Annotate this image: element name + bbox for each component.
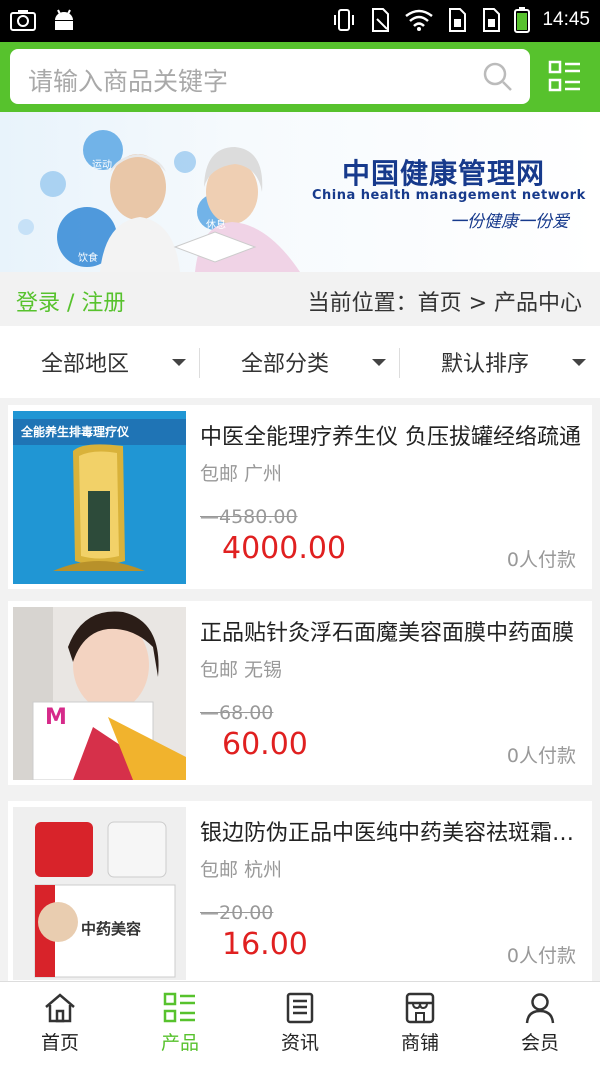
breadcrumb: 当前位置：首页 > 产品中心 bbox=[307, 291, 582, 316]
product-title[interactable]: 正品贴针灸浮石面魔美容面膜中药面膜 bbox=[200, 615, 585, 647]
store-icon bbox=[405, 992, 435, 1024]
product-sold-count: 0人付款 bbox=[506, 549, 576, 571]
search-input[interactable]: 请输入商品关键字 bbox=[10, 49, 530, 104]
sim-signal-icon-2 bbox=[483, 8, 501, 32]
product-image: M bbox=[13, 607, 186, 780]
caret-down-icon bbox=[172, 359, 186, 366]
product-image-caption: M bbox=[45, 705, 67, 730]
wifi-icon bbox=[405, 9, 434, 31]
product-image-caption: 全能养生排毒理疗仪 bbox=[21, 425, 130, 439]
no-sim-icon bbox=[372, 8, 390, 32]
breadcrumb-bar: 登录 / 注册 当前位置：首页 > 产品中心 bbox=[0, 272, 600, 326]
banner-slogan: 一份健康一份爱 bbox=[450, 212, 569, 232]
filter-label: 默认排序 bbox=[440, 352, 529, 377]
product-shipping: 包邮 杭州 bbox=[200, 859, 283, 881]
product-image: 中药美容 bbox=[13, 807, 186, 980]
product-original-price: —4580.00 bbox=[200, 506, 298, 528]
product-card[interactable]: M 正品贴针灸浮石面魔美容面膜中药面膜 包邮 无锡 —68.00 60.00 0… bbox=[8, 601, 592, 785]
tab-label: 会员 bbox=[520, 1032, 559, 1054]
person-icon bbox=[525, 993, 555, 1024]
tab-home[interactable]: 首页 bbox=[0, 982, 120, 1067]
vibrate-icon bbox=[334, 9, 355, 31]
product-price: 4000.00 bbox=[222, 531, 347, 566]
caret-down-icon bbox=[372, 359, 386, 366]
login-register-link[interactable]: 登录 / 注册 bbox=[16, 285, 125, 317]
banner-title: 中国健康管理网 bbox=[342, 157, 546, 190]
tab-label: 产品 bbox=[160, 1032, 199, 1054]
banner-illustration bbox=[18, 130, 300, 272]
product-sold-count: 0人付款 bbox=[506, 745, 576, 767]
product-original-price: —68.00 bbox=[200, 702, 274, 724]
sim-signal-icon bbox=[449, 8, 467, 32]
product-image-caption: 中药美容 bbox=[81, 920, 142, 938]
product-sold-count: 0人付款 bbox=[506, 945, 576, 967]
tab-member[interactable]: 会员 bbox=[480, 982, 600, 1067]
product-title[interactable]: 银边防伪正品中医纯中药美容祛斑霜套装 bbox=[200, 815, 585, 847]
filter-sort[interactable]: 默认排序 bbox=[400, 326, 600, 398]
bottom-tab-bar: 首页 产品 资讯 商铺 会员 bbox=[0, 981, 600, 1067]
banner[interactable]: 运动 饮食 休息 中国健康管理网 China health management… bbox=[0, 112, 600, 272]
search-icon[interactable] bbox=[482, 61, 514, 93]
tab-label: 商铺 bbox=[400, 1032, 439, 1054]
clock: 14:45 bbox=[542, 9, 590, 30]
filter-label: 全部分类 bbox=[240, 352, 329, 377]
status-bar: 14:45 bbox=[0, 0, 600, 42]
tab-label: 首页 bbox=[40, 1032, 79, 1054]
product-original-price: —20.00 bbox=[200, 902, 274, 924]
banner-bubble-label: 运动 bbox=[92, 160, 112, 171]
product-shipping: 包邮 无锡 bbox=[200, 659, 283, 681]
filter-bar: 全部地区 全部分类 默认排序 bbox=[0, 326, 600, 398]
product-card[interactable]: 中药美容 银边防伪正品中医纯中药美容祛斑霜套装 包邮 杭州 —20.00 16.… bbox=[8, 801, 592, 981]
banner-bubble-label: 休息 bbox=[206, 220, 226, 231]
product-price: 60.00 bbox=[222, 727, 308, 762]
document-icon bbox=[286, 992, 314, 1024]
grid-list-icon bbox=[163, 992, 195, 1023]
android-icon bbox=[55, 9, 73, 30]
product-card[interactable]: 全能养生排毒理疗仪 中医全能理疗养生仪 负压拔罐经络疏通 包邮 广州 —4580… bbox=[8, 405, 592, 589]
screenshot-icon bbox=[10, 10, 36, 31]
tab-products[interactable]: 产品 bbox=[120, 982, 240, 1067]
category-menu-icon[interactable] bbox=[548, 59, 582, 95]
battery-icon bbox=[514, 7, 531, 33]
product-list[interactable]: 全能养生排毒理疗仪 中医全能理疗养生仪 负压拔罐经络疏通 包邮 广州 —4580… bbox=[0, 398, 600, 981]
tab-news[interactable]: 资讯 bbox=[240, 982, 360, 1067]
search-header: 请输入商品关键字 bbox=[0, 42, 600, 112]
tab-shops[interactable]: 商铺 bbox=[360, 982, 480, 1067]
product-image: 全能养生排毒理疗仪 bbox=[13, 411, 186, 584]
filter-label: 全部地区 bbox=[40, 352, 129, 377]
product-title[interactable]: 中医全能理疗养生仪 负压拔罐经络疏通 bbox=[200, 419, 585, 451]
filter-category[interactable]: 全部分类 bbox=[200, 326, 400, 398]
tab-label: 资讯 bbox=[280, 1032, 319, 1054]
home-icon bbox=[45, 993, 75, 1023]
product-price: 16.00 bbox=[222, 927, 308, 962]
product-shipping: 包邮 广州 bbox=[200, 463, 283, 485]
banner-bubble-label: 饮食 bbox=[78, 253, 98, 264]
filter-region[interactable]: 全部地区 bbox=[0, 326, 200, 398]
banner-subtitle: China health management network bbox=[312, 188, 586, 203]
search-placeholder: 请输入商品关键字 bbox=[28, 67, 229, 96]
caret-down-icon bbox=[572, 359, 586, 366]
